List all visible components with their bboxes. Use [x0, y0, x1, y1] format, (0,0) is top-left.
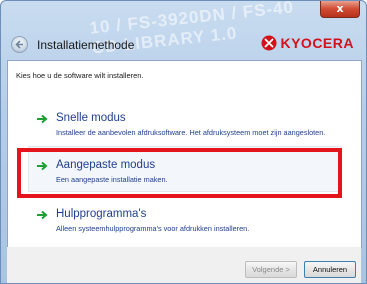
- logo-text: KYOCERA: [280, 35, 354, 51]
- window-title: Installatiemethode: [37, 38, 135, 52]
- option-description: Installeer de aanbevolen afdruksoftware.…: [56, 128, 326, 137]
- green-arrow-icon: [37, 114, 48, 124]
- cancel-button[interactable]: Annuleren: [304, 261, 356, 278]
- option-description: Alleen systeemhulpprogramma's voor afdru…: [56, 224, 250, 233]
- option-title: Snelle modus: [56, 112, 126, 124]
- back-button[interactable]: [11, 36, 28, 53]
- next-button[interactable]: Volgende >: [245, 261, 297, 278]
- close-button[interactable]: x: [320, 1, 360, 18]
- back-arrow-icon: [15, 40, 23, 49]
- kyocera-logo-icon: [261, 35, 277, 51]
- button-bar: Volgende > Annuleren: [7, 247, 361, 283]
- option-title: Hulpprogramma's: [56, 208, 147, 220]
- annotation-highlight-box: [17, 148, 342, 198]
- kyocera-logo: KYOCERA: [261, 35, 354, 51]
- green-arrow-icon: [37, 210, 48, 220]
- instruction-text: Kies hoe u de software wilt installeren.: [16, 71, 144, 80]
- installer-window: 10 / FS-3920DN / FS-40 CD LIBRARY 1.0 x …: [0, 0, 367, 284]
